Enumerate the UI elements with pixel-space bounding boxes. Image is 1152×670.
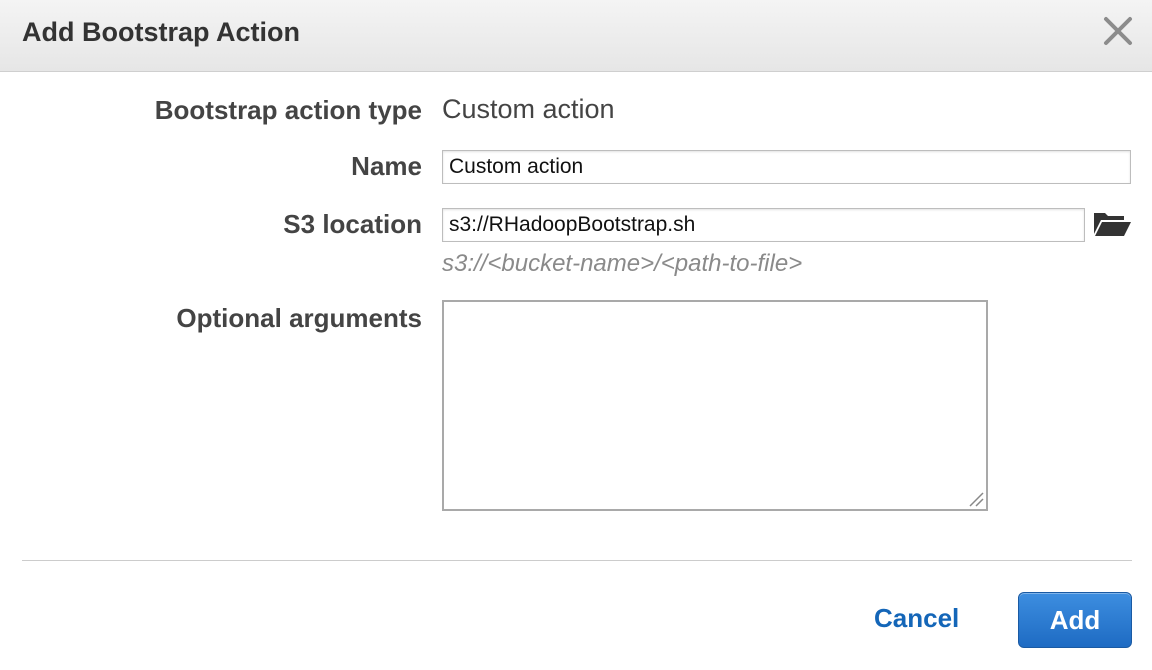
s3-browse-button[interactable] bbox=[1092, 208, 1132, 238]
footer-divider bbox=[22, 560, 1132, 561]
s3-location-input[interactable] bbox=[442, 208, 1085, 242]
resize-grip-icon[interactable] bbox=[968, 491, 984, 507]
close-icon bbox=[1104, 17, 1132, 45]
name-label: Name bbox=[351, 151, 422, 181]
bootstrap-action-type-label: Bootstrap action type bbox=[154, 95, 422, 125]
s3-location-label: S3 location bbox=[283, 209, 422, 239]
bootstrap-action-type-value: Custom action bbox=[442, 94, 615, 124]
s3-location-hint: s3://<bucket-name>/<path-to-file> bbox=[442, 250, 803, 277]
add-button[interactable]: Add bbox=[1018, 592, 1132, 648]
dialog-header: Add Bootstrap Action bbox=[0, 0, 1152, 72]
folder-open-icon bbox=[1094, 213, 1131, 236]
dialog-title: Add Bootstrap Action bbox=[22, 17, 300, 47]
cancel-button[interactable]: Cancel bbox=[874, 600, 959, 636]
optional-arguments-label: Optional arguments bbox=[176, 303, 422, 333]
optional-arguments-textarea[interactable] bbox=[442, 300, 988, 511]
close-button[interactable] bbox=[1102, 15, 1134, 47]
add-bootstrap-action-dialog: Add Bootstrap Action Bootstrap action ty… bbox=[0, 0, 1152, 670]
name-input[interactable] bbox=[442, 150, 1131, 184]
